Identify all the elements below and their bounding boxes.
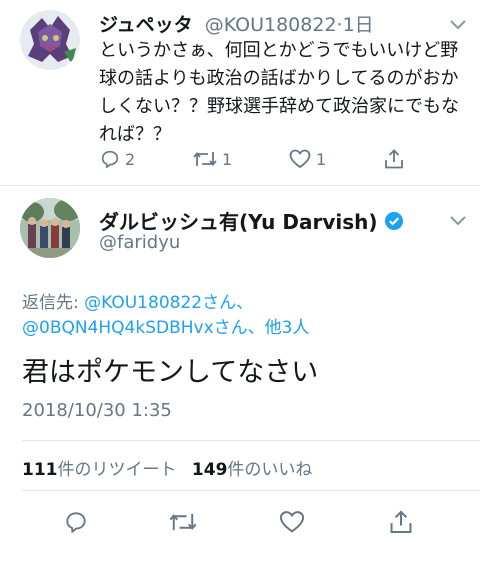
user-handle[interactable]: @KOU180822 xyxy=(205,14,337,36)
reply-button[interactable]: 2 xyxy=(99,146,135,172)
retweet-icon xyxy=(193,152,217,166)
reply-icon xyxy=(66,512,86,533)
retweet-button[interactable] xyxy=(168,507,198,537)
share-button[interactable] xyxy=(383,146,405,172)
heart-icon xyxy=(289,149,311,169)
divider xyxy=(22,440,480,441)
avatar[interactable] xyxy=(20,198,80,258)
retweet-stat-label: 件のリツイート xyxy=(57,460,177,480)
reply-mention[interactable]: @0BQN4HQ4kSDBHvxさん xyxy=(22,318,248,338)
tweet-text: というかさぁ、何回とかどうでもいいけど野球の話よりも政治の話ばかりしてるのがおか… xyxy=(99,40,459,145)
tweet-timestamp[interactable]: 2018/10/30 1:35 xyxy=(22,400,172,421)
reply-mention[interactable]: @KOU180822さん xyxy=(84,293,236,313)
chevron-down-icon[interactable] xyxy=(448,214,468,228)
retweet-button[interactable]: 1 xyxy=(192,146,232,172)
reply-button[interactable] xyxy=(61,507,91,537)
tweet-time[interactable]: 1日 xyxy=(343,14,374,36)
divider xyxy=(22,490,480,491)
display-name[interactable]: ダルビッシュ有(Yu Darvish) xyxy=(99,206,378,235)
reply-label: 返信先: xyxy=(22,293,85,313)
reply-context: 返信先: @KOU180822さん、 @0BQN4HQ4kSDBHvxさん、他3… xyxy=(22,291,462,341)
divider xyxy=(0,185,480,186)
tweet-header: ジュペッタ @KOU180822·1日 xyxy=(99,10,374,37)
display-name-row: ダルビッシュ有(Yu Darvish) xyxy=(99,206,404,235)
like-stat[interactable]: 149件のいいね xyxy=(192,460,313,480)
user-handle[interactable]: @faridyu xyxy=(99,232,180,253)
retweet-icon xyxy=(169,513,197,531)
reply-count: 2 xyxy=(125,149,136,169)
reply-icon xyxy=(101,150,119,169)
avatar[interactable] xyxy=(20,10,80,70)
like-button[interactable]: 1 xyxy=(288,146,326,172)
tweet-text: 君はポケモンしてなさい xyxy=(22,357,319,388)
like-button[interactable] xyxy=(277,507,307,537)
share-icon xyxy=(385,149,403,169)
share-button[interactable] xyxy=(386,507,416,537)
verified-badge-icon xyxy=(384,211,403,230)
chevron-down-icon[interactable] xyxy=(448,18,468,32)
retweet-count: 1 xyxy=(222,149,233,169)
retweet-total: 111 xyxy=(22,460,58,480)
heart-icon xyxy=(279,511,305,533)
share-icon xyxy=(390,510,412,534)
display-name[interactable]: ジュペッタ xyxy=(99,14,193,36)
main-tweet-actions xyxy=(0,507,480,537)
reply-others-link[interactable]: 、他3人 xyxy=(248,318,310,338)
reply-separator: 、 xyxy=(236,293,254,313)
tweet-actions: 2 1 1 xyxy=(99,146,429,172)
like-count: 1 xyxy=(316,149,327,169)
retweet-stat[interactable]: 111件のリツイート xyxy=(22,460,177,480)
like-stat-label: 件のいいね xyxy=(227,460,313,480)
tweet-stats: 111件のリツイート 149件のいいね xyxy=(22,455,312,480)
tweet-top[interactable]: ジュペッタ @KOU180822·1日 というかさぁ、何回とかどうでもいいけど野… xyxy=(0,0,480,185)
like-total: 149 xyxy=(191,460,228,480)
